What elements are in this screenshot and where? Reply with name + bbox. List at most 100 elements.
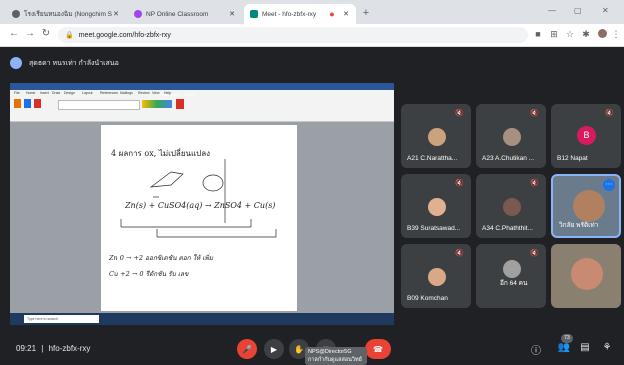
drawn-box [149, 171, 184, 188]
tooltip-line1: NPS@Director5G [308, 349, 352, 355]
activities-icon[interactable]: ⚘ [600, 342, 614, 353]
avatar: B [577, 126, 596, 145]
menu-kebab-icon[interactable]: ⋮ [610, 29, 622, 40]
avatar [503, 260, 521, 278]
handwriting-heading: 4 ผลการ ox, ไม่เปลี่ยนแปลง [111, 149, 211, 158]
presenter-banner: สุดธดา หนรเท่า กำลังนำเสนอ [10, 52, 310, 74]
highlighter-icon [34, 99, 41, 108]
avatar [573, 190, 605, 222]
camera-in-use-icon[interactable]: ■ [532, 29, 544, 39]
drawn-circle [202, 174, 224, 192]
ribbon-tab[interactable]: References [100, 91, 118, 95]
bookmark-star-icon[interactable]: ☆ [564, 29, 576, 40]
meeting-code: hfo-zbfx-rxy [48, 344, 91, 353]
participant-tile[interactable]: 🔇 A34 C.Phaththit... [476, 174, 546, 238]
tab-label: Meet - hfo-zbfx-rxy [262, 10, 317, 18]
ribbon-tab[interactable]: File [14, 91, 20, 95]
camera-button[interactable]: ▶ [264, 339, 284, 359]
tab-favicon-icon [12, 10, 20, 18]
meeting-details-icon[interactable]: ⓘ [529, 342, 543, 357]
translate-icon[interactable]: ⊞ [548, 29, 560, 40]
ribbon-tab[interactable]: Layout [82, 91, 93, 95]
participant-tile[interactable]: 🔇 A23 A.Chutikan ... [476, 104, 546, 168]
avatar [503, 198, 521, 216]
mic-off-icon: 🎤 [242, 344, 252, 354]
participant-name: B12 Napat [557, 155, 588, 162]
back-icon[interactable]: ← [8, 28, 20, 39]
tab-meet[interactable]: Meet - hfo-zbfx-rxy ● ✕ [244, 4, 356, 24]
ribbon-tab[interactable]: Design [64, 91, 75, 95]
participant-name: A21 C.Narattha... [407, 155, 458, 162]
extensions-icon[interactable]: ✱ [580, 29, 592, 40]
maximize-button[interactable]: ▢ [574, 6, 582, 15]
muted-icon: 🔇 [530, 110, 539, 117]
new-tab-button[interactable]: + [359, 6, 373, 20]
hover-tooltip: NPS@Director5G กาลกำกับดูแลสอนวิทย์ [305, 347, 367, 365]
ribbon-tab[interactable]: Draw [52, 91, 60, 95]
participant-tile[interactable]: 🔇 อีก 64 คน [476, 244, 546, 308]
tooltip-line2: กาลกำกับดูแลสอนวิทย์ [308, 357, 362, 363]
muted-icon: 🔇 [455, 250, 464, 257]
close-window-button[interactable]: ✕ [602, 6, 609, 15]
participant-tile[interactable]: 🔇 B09 Komchan [401, 244, 471, 308]
muted-icon: 🔇 [605, 110, 614, 117]
separator: | [41, 344, 44, 353]
chat-icon[interactable]: ▤ [578, 342, 592, 353]
participant-tile[interactable]: 🔇 B B12 Napat [551, 104, 621, 168]
participant-tile[interactable]: 🔇 A21 C.Narattha... [401, 104, 471, 168]
avatar [428, 198, 446, 216]
ink-to-shape-icon [176, 99, 184, 109]
muted-icon: 🔇 [530, 180, 539, 187]
avatar [428, 128, 446, 146]
participant-tile[interactable]: ⋯ วิกลัย พรัติเท่า [551, 174, 621, 238]
participant-name: B09 Komchan [407, 295, 448, 302]
participant-count-badge: 73 [561, 334, 573, 343]
tab-favicon-icon [134, 10, 142, 18]
avatar [571, 258, 603, 290]
participant-name: อีก 64 คน [500, 280, 528, 287]
presenter-avatar [10, 57, 22, 69]
participant-name: วิกลัย พรัติเท่า [559, 222, 599, 229]
url-text: meet.google.com/hfo-zbfx-rxy [78, 31, 171, 39]
forward-icon[interactable]: → [24, 28, 36, 39]
ribbon-tab[interactable]: Mailings [120, 91, 133, 95]
muted-icon: 🔇 [455, 180, 464, 187]
pen-tool-icon [14, 99, 21, 108]
tab-np-online-classroom[interactable]: NP Online Classroom ✕ [128, 4, 242, 24]
close-tab-icon[interactable]: ✕ [342, 10, 350, 18]
windows-taskbar: Type here to search [10, 313, 394, 325]
ribbon-tab[interactable]: View [152, 91, 160, 95]
mic-off-button[interactable]: 🎤 [237, 339, 257, 359]
lock-icon: 🔒 [65, 32, 74, 39]
participant-name: A34 C.Phaththit... [482, 225, 533, 232]
reload-icon[interactable]: ↻ [40, 28, 52, 39]
handwriting-equation: Zn(s) + CuSO4(aq) → ZnSO4 + Cu(s) [125, 201, 276, 210]
taskbar-search: Type here to search [24, 315, 99, 323]
omnibox[interactable]: 🔒 meet.google.com/hfo-zbfx-rxy [58, 27, 528, 43]
tab-label: NP Online Classroom [146, 10, 209, 18]
handwriting-line3: Cu +2 → 0 รีดักชัน รับ เลข [109, 270, 189, 278]
profile-avatar[interactable] [596, 29, 608, 40]
people-icon[interactable]: 👥 [557, 342, 571, 353]
close-tab-icon[interactable]: ✕ [228, 10, 236, 18]
color-palette [142, 100, 172, 108]
pen-tool-icon [24, 99, 31, 108]
handwriting-line2: Zn 0 → +2 ออกซิเดชัน ตอก ให้ เพิ่ม [109, 254, 214, 262]
avatar [428, 268, 446, 286]
ribbon-tab[interactable]: Help [164, 91, 171, 95]
ribbon-tab[interactable]: Review [138, 91, 149, 95]
pen-gallery [58, 100, 140, 110]
tab-nongchim-school[interactable]: โรงเรียนหนองฉิม (Nongchim School) ✕ [6, 4, 126, 24]
participant-tile[interactable] [551, 244, 621, 308]
participant-tile[interactable]: 🔇 B39 Suratsawad... [401, 174, 471, 238]
participant-name: A23 A.Chutikan ... [482, 155, 535, 162]
close-tab-icon[interactable]: ✕ [112, 10, 120, 18]
camera-icon: ▶ [270, 344, 278, 354]
recording-dot-icon: ● [329, 9, 335, 19]
ribbon-tab[interactable]: Home [26, 91, 35, 95]
ribbon-tab[interactable]: Insert [40, 91, 49, 95]
end-call-button[interactable]: ☎ [365, 339, 391, 359]
minimize-button[interactable]: — [548, 6, 556, 15]
more-options-icon[interactable]: ⋯ [603, 179, 615, 191]
word-document-page: 4 ผลการ ox, ไม่เปลี่ยนแปลง Zn(s) + CuSO4… [101, 125, 297, 311]
